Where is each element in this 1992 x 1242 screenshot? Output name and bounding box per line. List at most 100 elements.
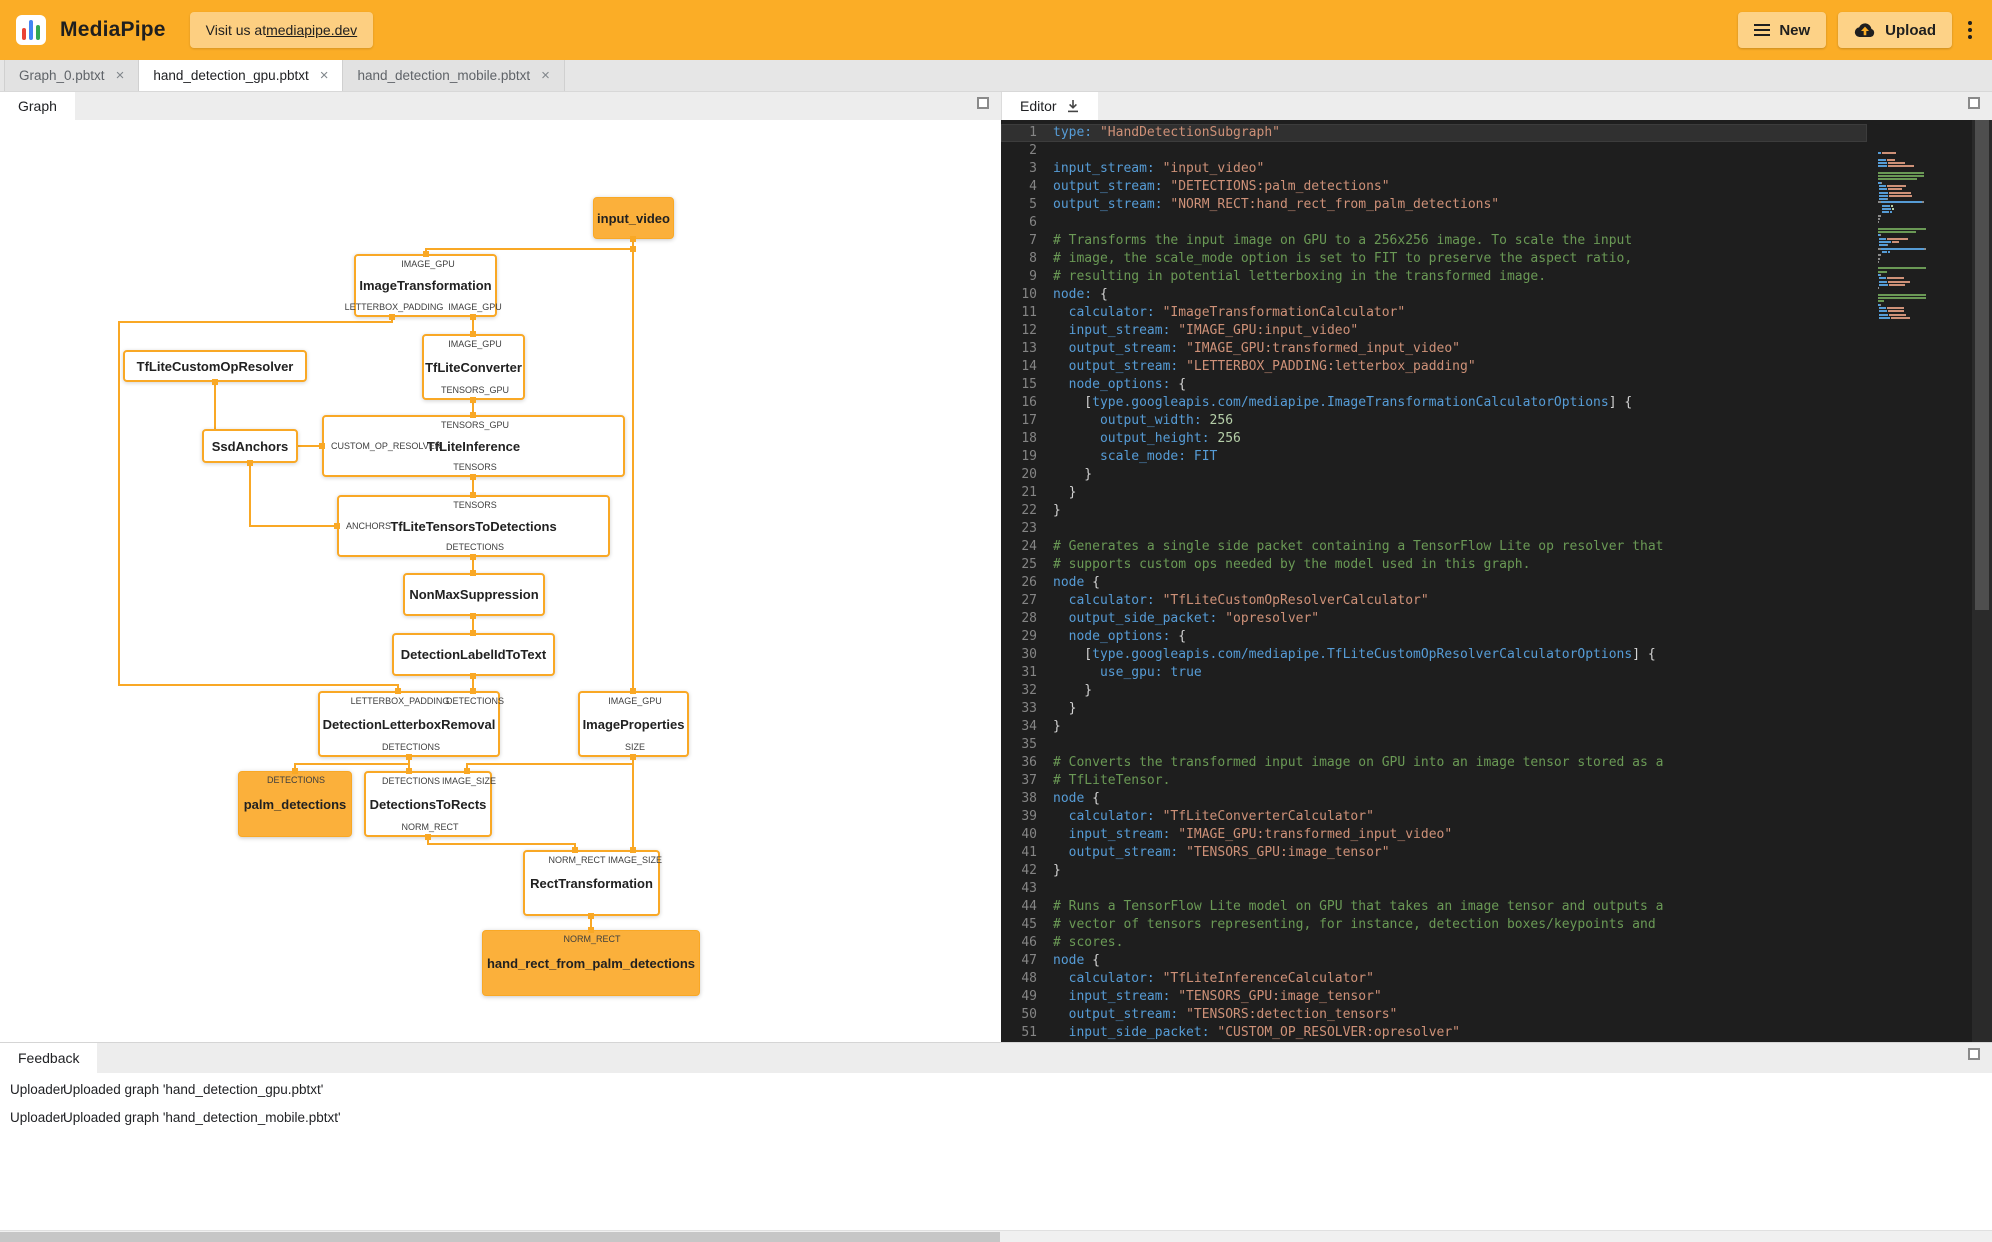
code-line[interactable]: 4 output_stream: "DETECTIONS:palm_detecti…	[1001, 178, 1867, 196]
code-line[interactable]: 30 [type.googleapis.com/mediapipe.TfLite…	[1001, 646, 1867, 664]
graph-node-label: TfLiteTensorsToDetections	[390, 518, 557, 534]
horizontal-scrollbar[interactable]	[0, 1230, 1992, 1242]
code-line[interactable]: 38 node {	[1001, 790, 1867, 808]
code-line[interactable]: 17 output_width: 256	[1001, 412, 1867, 430]
graph-node-DetectionLetterboxRemoval[interactable]: LETTERBOX_PADDING DETECTIONS DETECTIONS Det…	[318, 691, 504, 757]
port-label: DETECTIONS	[445, 542, 505, 552]
code-line[interactable]: 22}	[1001, 502, 1867, 520]
code-line[interactable]: 33 }	[1001, 700, 1867, 718]
kebab-menu-icon[interactable]	[1964, 15, 1976, 45]
graph-canvas[interactable]: input_video IMAGE_GPU LETTERBOX_PADDING IMA…	[0, 120, 1001, 1042]
code-line[interactable]: 48 calculator: "TfLiteInferenceCalculato…	[1001, 970, 1867, 988]
code-line[interactable]: 46 # scores.	[1001, 934, 1867, 952]
code-line[interactable]: 23	[1001, 520, 1867, 538]
graph-tab[interactable]: Graph	[0, 92, 75, 120]
code-line[interactable]: 21 }	[1001, 484, 1867, 502]
code-line[interactable]: 19 scale_mode: FIT	[1001, 448, 1867, 466]
code-line[interactable]: 45 # vector of tensors representing, for …	[1001, 916, 1867, 934]
code-line[interactable]: 47 node {	[1001, 952, 1867, 970]
code-line[interactable]: 9 # resulting in potential letterboxing i…	[1001, 268, 1867, 286]
code-line[interactable]: 16 [type.googleapis.com/mediapipe.ImageT…	[1001, 394, 1867, 412]
code-line[interactable]: 27 calculator: "TfLiteCustomOpResolverCa…	[1001, 592, 1867, 610]
line-number: 36	[1021, 755, 1037, 770]
graph-node-TfLiteCustomOpResolver[interactable]: TfLiteCustomOpResolver	[123, 350, 307, 382]
code-line[interactable]: 7 # Transforms the input image on GPU to …	[1001, 232, 1867, 250]
graph-node-TfLiteConverter[interactable]: IMAGE_GPU TENSORS_GPU TfLiteConverter	[422, 334, 525, 400]
code-line[interactable]: 2	[1001, 142, 1867, 160]
new-button[interactable]: New	[1738, 12, 1827, 48]
code-line[interactable]: 31 use_gpu: true	[1001, 664, 1867, 682]
horizontal-scrollbar-thumb[interactable]	[0, 1232, 1000, 1242]
code-line[interactable]: 20 }	[1001, 466, 1867, 484]
code-line[interactable]: 51 input_side_packet: "CUSTOM_OP_RESOLVE…	[1001, 1024, 1867, 1042]
upload-button[interactable]: Upload	[1838, 12, 1952, 48]
code-line[interactable]: 24 # Generates a single side packet conta…	[1001, 538, 1867, 556]
code-line[interactable]: 8 # image, the scale_mode option is set t…	[1001, 250, 1867, 268]
code-line[interactable]: 49 input_stream: "TENSORS_GPU:image_tens…	[1001, 988, 1867, 1006]
code-line[interactable]: 28 output_side_packet: "opresolver"	[1001, 610, 1867, 628]
code-line[interactable]: 35	[1001, 736, 1867, 754]
editor-scrollbar-thumb[interactable]	[1975, 120, 1989, 610]
code-line[interactable]: 39 calculator: "TfLiteConverterCalculato…	[1001, 808, 1867, 826]
file-tab-Graph_0.pbtxt[interactable]: Graph_0.pbtxt ×	[4, 60, 140, 91]
code-line[interactable]: 50 output_stream: "TENSORS:detection_ten…	[1001, 1006, 1867, 1024]
code-line[interactable]: 12 input_stream: "IMAGE_GPU:input_video"	[1001, 322, 1867, 340]
feedback-tab[interactable]: Feedback	[0, 1043, 98, 1073]
graph-node-NonMaxSuppression[interactable]: NonMaxSuppression	[403, 573, 545, 616]
code-line[interactable]: 42}	[1001, 862, 1867, 880]
visit-us-chip[interactable]: Visit us at mediapipe.dev	[189, 12, 374, 48]
graph-node-TfLiteTensorsToDetections[interactable]: TENSORS DETECTIONS ANCHORS TfLiteTensorsToD…	[337, 495, 610, 557]
graph-node-hand_rect_from_palm_detections[interactable]: NORM_RECT hand_rect_from_palm_detections	[482, 930, 700, 996]
code-line[interactable]: 25 # supports custom ops needed by the mo…	[1001, 556, 1867, 574]
code-line[interactable]: 3 input_stream: "input_video"	[1001, 160, 1867, 178]
editor-scrollbar[interactable]	[1972, 120, 1992, 1042]
port-label: NORM_RECT	[563, 934, 621, 944]
code-line[interactable]: 37 # TfLiteTensor.	[1001, 772, 1867, 790]
graph-node-RectTransformation[interactable]: NORM_RECT IMAGE_SIZE RectTransformation	[523, 850, 662, 916]
code-line[interactable]: 6	[1001, 214, 1867, 232]
expand-feedback-panel-icon[interactable]	[1968, 1048, 1980, 1060]
download-icon[interactable]	[1066, 99, 1080, 113]
line-number: 37	[1021, 773, 1037, 788]
code-line[interactable]: 29 node_options: {	[1001, 628, 1867, 646]
file-tab-hand_detection_gpu.pbtxt[interactable]: hand_detection_gpu.pbtxt ×	[139, 60, 344, 91]
graph-node-label: ImageProperties	[582, 716, 685, 732]
graph-node-palm_detections[interactable]: DETECTIONS palm_detections	[238, 771, 352, 837]
code-line[interactable]: 1 type: "HandDetectionSubgraph"	[1001, 124, 1867, 142]
graph-node-SsdAnchors[interactable]: SsdAnchors	[202, 429, 298, 463]
graph-node-ImageTransformation[interactable]: IMAGE_GPU LETTERBOX_PADDING IMAGE_GPU Image…	[345, 254, 502, 317]
code-area[interactable]: 1 type: "HandDetectionSubgraph" 2 3 input_st…	[1001, 124, 1867, 1042]
close-tab-icon[interactable]: ×	[320, 68, 329, 83]
editor-tab[interactable]: Editor	[1002, 92, 1098, 120]
code-line[interactable]: 18 output_height: 256	[1001, 430, 1867, 448]
code-editor[interactable]: 1 type: "HandDetectionSubgraph" 2 3 input_st…	[1001, 120, 1992, 1042]
file-tab-hand_detection_mobile.pbtxt[interactable]: hand_detection_mobile.pbtxt ×	[343, 60, 565, 91]
expand-editor-panel-icon[interactable]	[1968, 97, 1980, 109]
expand-graph-panel-icon[interactable]	[977, 97, 989, 109]
minimap[interactable]	[1878, 152, 1970, 320]
code-line[interactable]: 40 input_stream: "IMAGE_GPU:transformed_…	[1001, 826, 1867, 844]
graph-node-ImageProperties[interactable]: IMAGE_GPU SIZE ImageProperties	[578, 691, 689, 757]
code-line[interactable]: 36 # Converts the transformed input image…	[1001, 754, 1867, 772]
graph-node-label: hand_rect_from_palm_detections	[486, 955, 696, 971]
line-number: 4	[1029, 179, 1037, 194]
graph-node-input_video[interactable]: input_video	[593, 197, 674, 239]
code-line[interactable]: 34}	[1001, 718, 1867, 736]
mediapipe-dev-link[interactable]: mediapipe.dev	[266, 22, 357, 38]
graph-node-DetectionLabelIdToText[interactable]: DetectionLabelIdToText	[392, 633, 555, 676]
code-line[interactable]: 43	[1001, 880, 1867, 898]
code-line[interactable]: 14 output_stream: "LETTERBOX_PADDING:let…	[1001, 358, 1867, 376]
close-tab-icon[interactable]: ×	[541, 68, 550, 83]
code-line[interactable]: 41 output_stream: "TENSORS_GPU:image_ten…	[1001, 844, 1867, 862]
code-line[interactable]: 10 node: {	[1001, 286, 1867, 304]
graph-node-TfLiteInference[interactable]: TENSORS_GPU TENSORS CUSTOM_OP_RESOLVER TfLi…	[322, 415, 625, 477]
code-line[interactable]: 15 node_options: {	[1001, 376, 1867, 394]
code-line[interactable]: 32 }	[1001, 682, 1867, 700]
code-line[interactable]: 5 output_stream: "NORM_RECT:hand_rect_fro…	[1001, 196, 1867, 214]
code-line[interactable]: 44 # Runs a TensorFlow Lite model on GPU …	[1001, 898, 1867, 916]
code-line[interactable]: 11 calculator: "ImageTransformationCalcu…	[1001, 304, 1867, 322]
code-line[interactable]: 26 node {	[1001, 574, 1867, 592]
close-tab-icon[interactable]: ×	[116, 68, 125, 83]
code-line[interactable]: 13 output_stream: "IMAGE_GPU:transformed…	[1001, 340, 1867, 358]
graph-node-DetectionsToRects[interactable]: DETECTIONS IMAGE_SIZE NORM_RECT DetectionsT…	[364, 771, 496, 837]
